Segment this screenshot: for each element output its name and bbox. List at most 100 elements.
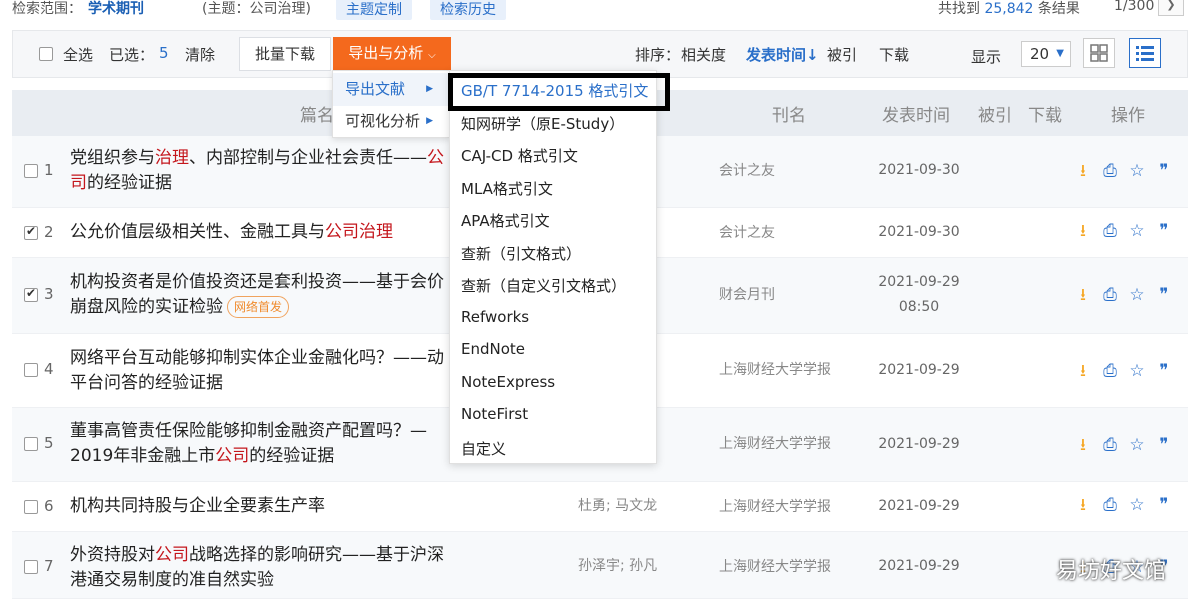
article-title-link[interactable]: 机构投资者是价值投资还是套利投资——基于会价崩盘风险的实证检验 网络首发 xyxy=(70,270,455,320)
html-read-icon[interactable]: ⎙ xyxy=(1101,362,1119,380)
star-icon[interactable]: ☆ xyxy=(1128,436,1146,454)
html-read-icon[interactable]: ⎙ xyxy=(1101,286,1119,304)
export-format-item[interactable]: CAJ-CD 格式引文 xyxy=(461,145,578,166)
publish-date: 2021-09-30 xyxy=(878,162,960,178)
menu-item-export-literature[interactable]: 导出文献 ▶ xyxy=(333,73,449,106)
grid-icon xyxy=(1090,44,1108,62)
scope-label: 检索范围： xyxy=(12,1,82,17)
star-icon[interactable]: ☆ xyxy=(1128,362,1146,380)
html-read-icon[interactable]: ⎙ xyxy=(1101,162,1119,180)
html-read-icon[interactable]: ⎙ xyxy=(1101,222,1119,240)
grid-view-button[interactable] xyxy=(1083,38,1115,68)
row-actions: ⭳ ⎙ ☆ ❞ xyxy=(1074,286,1182,304)
article-title-link[interactable]: 党组织参与治理、内部控制与企业社会责任——公司的经验证据 xyxy=(70,146,455,196)
journal-link[interactable]: 会计之友 xyxy=(719,222,775,242)
col-ops: 操作 xyxy=(1111,106,1145,126)
sort-date[interactable]: 发表时间↓ xyxy=(746,44,819,65)
html-read-icon[interactable]: ⎙ xyxy=(1101,436,1119,454)
row-checkbox[interactable] xyxy=(24,363,38,377)
html-read-icon[interactable]: ⎙ xyxy=(1101,496,1119,514)
row-checkbox[interactable] xyxy=(24,286,38,302)
author-link[interactable]: 杜勇; 马文龙 xyxy=(578,494,708,519)
download-icon[interactable]: ⭳ xyxy=(1074,362,1092,380)
batch-download-button[interactable]: 批量下载 xyxy=(239,37,331,71)
row-checkbox[interactable] xyxy=(24,224,38,240)
select-all-label[interactable]: 全选 xyxy=(63,44,93,65)
quote-icon[interactable]: ❞ xyxy=(1155,496,1173,514)
export-format-item[interactable]: Refworks xyxy=(461,308,529,326)
journal-link[interactable]: 上海财经大学学报 xyxy=(719,496,831,516)
chevron-right-icon: ❯ xyxy=(1166,0,1176,11)
article-title-link[interactable]: 机构共同持股与企业全要素生产率 xyxy=(70,494,455,519)
download-icon[interactable]: ⭳ xyxy=(1074,162,1092,180)
row-checkbox[interactable] xyxy=(24,560,38,574)
article-title-link[interactable]: 外资持股对公司战略选择的影响研究——基于沪深港通交易制度的准自然实验 xyxy=(70,543,455,593)
export-format-item[interactable]: MLA格式引文 xyxy=(461,178,553,199)
scope-value[interactable]: 学术期刊 xyxy=(88,0,144,18)
journal-link[interactable]: 财会月刊 xyxy=(719,284,775,304)
article-title-link[interactable]: 董事高管责任保险能够抑制金融资产配置吗？—2019年非金融上市公司的经验证据 xyxy=(70,419,455,469)
download-icon[interactable]: ⭳ xyxy=(1074,436,1092,454)
select-all-checkbox[interactable] xyxy=(39,47,53,61)
clear-button[interactable]: 清除 xyxy=(185,44,215,65)
display-label: 显示 xyxy=(971,48,1002,66)
star-icon[interactable]: ☆ xyxy=(1128,162,1146,180)
export-analysis-button[interactable]: 导出与分析 ⌵ xyxy=(333,37,451,71)
export-format-item[interactable]: NoteFirst xyxy=(461,405,528,423)
export-format-item[interactable]: 查新（自定义引文格式） xyxy=(461,275,626,296)
result-count: 共找到 25,842 条结果 xyxy=(938,1,1080,17)
star-icon[interactable]: ☆ xyxy=(1128,496,1146,514)
download-icon[interactable]: ⭳ xyxy=(1074,286,1092,304)
star-icon[interactable]: ☆ xyxy=(1128,222,1146,240)
online-first-badge: 网络首发 xyxy=(227,296,290,318)
arrow-down-icon: ↓ xyxy=(806,46,819,64)
article-title-link[interactable]: 网络平台互动能够抑制实体企业金融化吗？——动平台问答的经验证据 xyxy=(70,346,455,396)
export-format-submenu: GB/T 7714-2015 格式引文 知网研学（原E-Study） CAJ-CD … xyxy=(449,70,657,464)
col-title: 篇名 xyxy=(300,106,334,126)
quote-icon[interactable]: ❞ xyxy=(1155,222,1173,240)
journal-link[interactable]: 会计之友 xyxy=(719,160,775,180)
quote-icon[interactable]: ❞ xyxy=(1155,286,1173,304)
export-format-item[interactable]: 查新（引文格式） xyxy=(461,243,581,264)
journal-link[interactable]: 上海财经大学学报 xyxy=(719,433,831,453)
journal-link[interactable]: 上海财经大学学报 xyxy=(719,556,831,576)
menu-item-visual-analysis[interactable]: 可视化分析 ▶ xyxy=(333,105,449,138)
export-format-item[interactable]: NoteExpress xyxy=(461,373,555,391)
quote-icon[interactable]: ❞ xyxy=(1155,362,1173,380)
export-format-item[interactable]: EndNote xyxy=(461,340,525,358)
article-title-link[interactable]: 公允价值层级相关性、金融工具与公司治理 xyxy=(70,220,455,245)
export-format-item[interactable]: APA格式引文 xyxy=(461,210,550,231)
topic-custom-button[interactable]: 主题定制 xyxy=(336,0,412,20)
triangle-right-icon: ▶ xyxy=(426,116,433,126)
export-format-item[interactable]: 知网研学（原E-Study） xyxy=(461,113,624,134)
row-checkbox[interactable] xyxy=(24,164,38,178)
page-size-select[interactable]: 20 ▼ xyxy=(1021,41,1071,67)
publish-date: 2021-09-29 08:50 xyxy=(878,274,960,315)
download-icon[interactable]: ⭳ xyxy=(1074,496,1092,514)
journal-link[interactable]: 上海财经大学学报 xyxy=(719,359,831,379)
sort-relevance[interactable]: 相关度 xyxy=(681,44,726,65)
list-view-button[interactable] xyxy=(1129,38,1161,68)
row-number: 4 xyxy=(44,360,54,378)
sort-download[interactable]: 下载 xyxy=(879,44,909,65)
download-icon[interactable]: ⭳ xyxy=(1074,222,1092,240)
export-menu: 导出文献 ▶ 可视化分析 ▶ xyxy=(332,70,450,138)
export-format-item[interactable]: 自定义 xyxy=(461,438,506,459)
star-icon[interactable]: ☆ xyxy=(1128,286,1146,304)
row-number: 1 xyxy=(44,161,54,179)
col-journal: 刊名 xyxy=(772,106,806,126)
author-link[interactable]: 孙泽宇; 孙凡 xyxy=(578,554,708,579)
row-checkbox[interactable] xyxy=(24,500,38,514)
row-actions: ⭳ ⎙ ☆ ❞ xyxy=(1074,162,1182,180)
table-row: 6 机构共同持股与企业全要素生产率 杜勇; 马文龙 上海财经大学学报 2021-09-2… xyxy=(12,482,1188,532)
sort-cited[interactable]: 被引 xyxy=(827,44,857,65)
publish-date: 2021-09-30 xyxy=(878,224,960,240)
next-page-button[interactable]: ❯ xyxy=(1158,0,1184,16)
row-actions: ⭳ ⎙ ☆ ❞ xyxy=(1074,222,1182,240)
row-checkbox[interactable] xyxy=(24,437,38,451)
quote-icon[interactable]: ❞ xyxy=(1155,162,1173,180)
highlight-annotation-box xyxy=(448,73,670,111)
search-history-button[interactable]: 检索历史 xyxy=(430,0,506,20)
quote-icon[interactable]: ❞ xyxy=(1155,436,1173,454)
row-number: 3 xyxy=(44,285,54,303)
